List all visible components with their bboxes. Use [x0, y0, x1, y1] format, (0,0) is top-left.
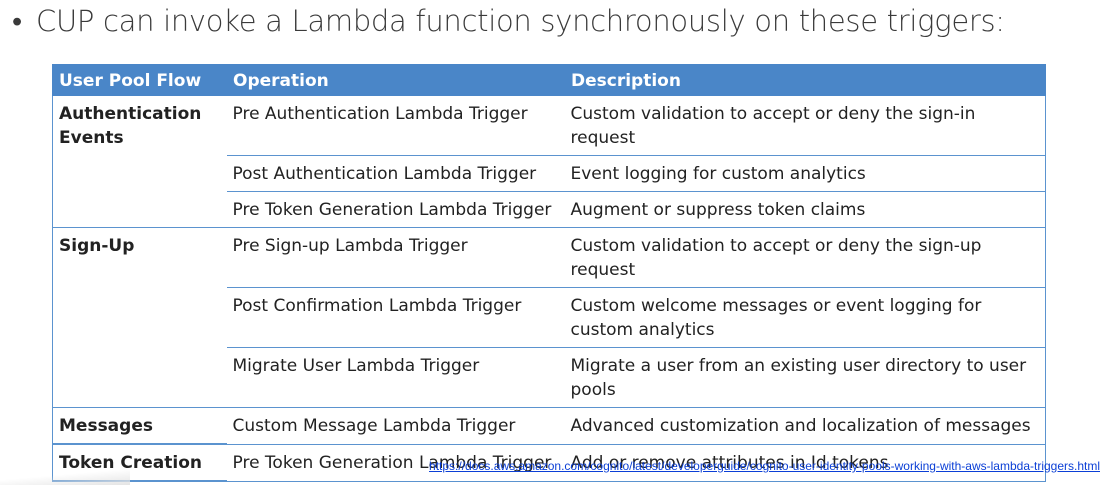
operation-cell: Post Confirmation Lambda Trigger: [226, 287, 565, 348]
table-row: Sign-Up Pre Sign-up Lambda Trigger Custo…: [52, 227, 1046, 408]
header-description: Description: [564, 64, 1046, 96]
operation-cell: Pre Token Generation Lambda Trigger: [226, 191, 565, 228]
description-cell: Custom welcome messages or event logging…: [564, 287, 1046, 348]
aws-docs-link[interactable]: https://docs.aws.amazon.com/cognito/late…: [429, 459, 1100, 473]
table-row: Messages Custom Message Lambda Trigger A…: [52, 407, 1046, 445]
slide-corner-decoration: [0, 469, 130, 485]
description-cell: Advanced customization and localization …: [564, 407, 1046, 445]
description-cell: Event logging for custom analytics: [564, 155, 1046, 192]
description-cell: Augment or suppress token claims: [564, 191, 1046, 228]
bullet-point: •: [12, 4, 22, 38]
operation-cell: Pre Sign-up Lambda Trigger: [226, 227, 565, 288]
flow-cell-authentication-events: Authentication Events: [52, 95, 227, 228]
description-cell: Custom validation to accept or deny the …: [564, 227, 1046, 288]
operation-cell: Migrate User Lambda Trigger: [226, 347, 565, 408]
slide-heading: • CUP can invoke a Lambda function synchr…: [12, 4, 1005, 39]
operation-cell: Pre Authentication Lambda Trigger: [226, 95, 565, 156]
operation-cell: Custom Message Lambda Trigger: [226, 407, 565, 445]
table-header-row: User Pool Flow Operation Description: [52, 64, 1046, 96]
description-cell: Custom validation to accept or deny the …: [564, 95, 1046, 156]
lambda-triggers-table: User Pool Flow Operation Description Aut…: [52, 64, 1046, 482]
description-cell: Migrate a user from an existing user dir…: [564, 347, 1046, 408]
header-operation: Operation: [226, 64, 565, 96]
operation-cell: Post Authentication Lambda Trigger: [226, 155, 565, 192]
table-row: Authentication Events Pre Authentication…: [52, 95, 1046, 228]
header-user-pool-flow: User Pool Flow: [52, 64, 227, 96]
flow-cell-messages: Messages: [52, 407, 227, 445]
flow-cell-sign-up: Sign-Up: [52, 227, 227, 408]
heading-text: CUP can invoke a Lambda function synchro…: [36, 4, 1005, 38]
